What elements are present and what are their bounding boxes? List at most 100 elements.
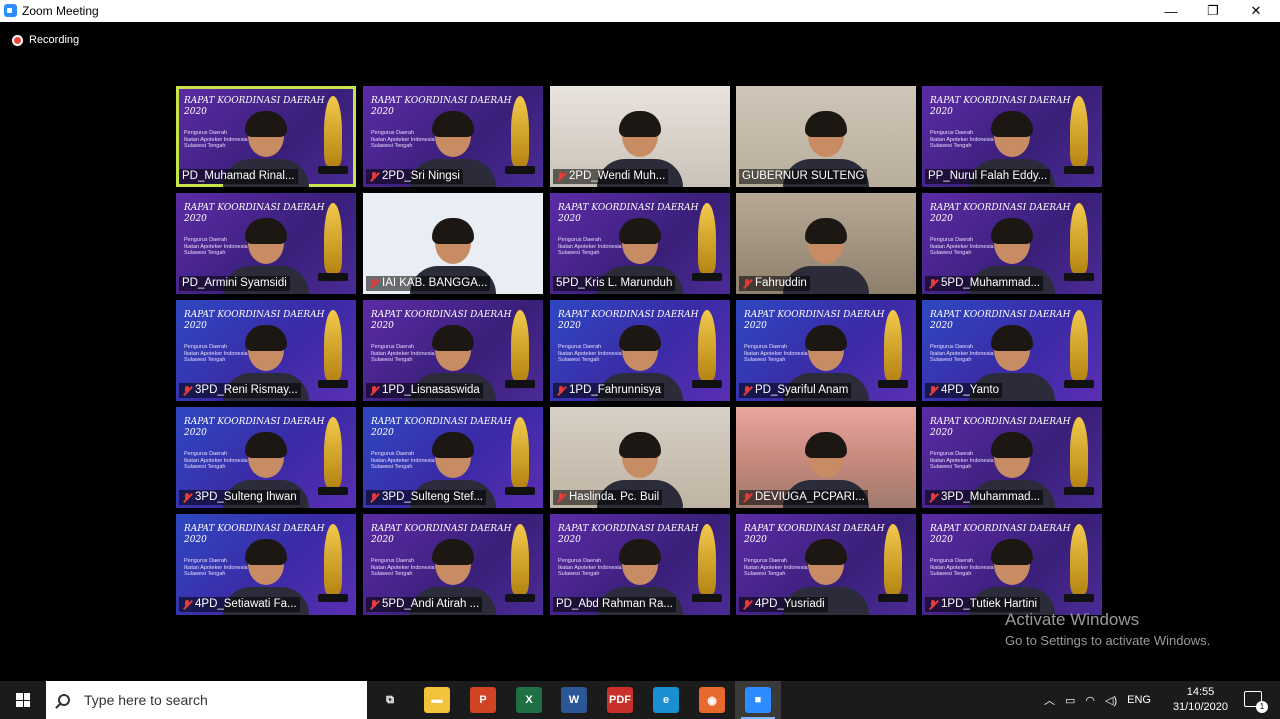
participant-tile[interactable]: RAPAT KOORDINASI DAERAH 2020 Pengurus Daer… [550, 514, 730, 615]
participant-name-label: GUBERNUR SULTENG [739, 169, 868, 184]
banner-title-text: RAPAT KOORDINASI DAERAH [930, 524, 1071, 534]
participant-tile[interactable]: RAPAT KOORDINASI DAERAH 2020 Pengurus Daer… [550, 300, 730, 401]
clock[interactable]: 14:55 31/10/2020 [1173, 685, 1228, 715]
banner-title-text: RAPAT KOORDINASI DAERAH [558, 203, 699, 213]
participant-name: PP_Nurul Falah Eddy... [928, 170, 1048, 182]
participant-tile[interactable]: RAPAT KOORDINASI DAERAH 2020 Pengurus Daer… [922, 514, 1102, 615]
mic-muted-icon [742, 385, 752, 396]
trophy-image [878, 310, 908, 388]
banner-title-text: RAPAT KOORDINASI DAERAH [184, 203, 325, 213]
participant-name: 5PD_Kris L. Marunduh [556, 277, 673, 289]
participant-tile[interactable]: GUBERNUR SULTENG [736, 86, 916, 187]
participant-name-label: PD_Armini Syamsidi [179, 276, 290, 291]
edge-icon[interactable]: e [653, 687, 679, 713]
participant-tile[interactable]: RAPAT KOORDINASI DAERAH 2020 Pengurus Daer… [176, 300, 356, 401]
powerpoint-icon[interactable]: P [470, 687, 496, 713]
participant-tile[interactable]: RAPAT KOORDINASI DAERAH 2020 Pengurus Daer… [922, 86, 1102, 187]
chevron-up-icon[interactable]: ︿ [1044, 692, 1055, 708]
maximize-button[interactable]: ❐ [1193, 0, 1233, 22]
wifi-icon[interactable]: ◠ [1085, 694, 1095, 707]
task-view-icon[interactable]: ⧉ [377, 687, 403, 713]
volume-icon[interactable]: ◁) [1105, 694, 1117, 707]
participant-name-label: Haslinda. Pc. Buil [553, 490, 663, 505]
participant-name: 3PD_Sulteng Stef... [382, 491, 484, 503]
participant-tile[interactable]: RAPAT KOORDINASI DAERAH 2020 Pengurus Daer… [363, 86, 543, 187]
mic-muted-icon [742, 492, 752, 503]
participant-tile[interactable]: RAPAT KOORDINASI DAERAH 2020 Pengurus Daer… [736, 514, 916, 615]
participant-name-label: 5PD_Kris L. Marunduh [553, 276, 676, 291]
start-button[interactable] [0, 681, 46, 719]
taskbar: Type here to search ⧉ ▬ P X W PDF e ◉ ■ ︿ ▭ ◠ ◁)… [0, 681, 1280, 719]
trophy-image [1064, 524, 1094, 602]
participant-name: 4PD_Yanto [941, 384, 999, 396]
battery-icon[interactable]: ▭ [1065, 694, 1075, 707]
minimize-button[interactable]: — [1151, 0, 1191, 22]
close-button[interactable]: ✕ [1236, 0, 1276, 22]
file-explorer-icon[interactable]: ▬ [424, 687, 450, 713]
participant-tile[interactable]: Fahruddin [736, 193, 916, 294]
participant-name: 2PD_Sri Ningsi [382, 170, 460, 182]
participant-name: DEVIUGA_PCPARI... [755, 491, 865, 503]
mic-muted-icon [369, 171, 379, 182]
title-bar: Zoom Meeting — ❐ ✕ [0, 0, 1280, 22]
mic-muted-icon [369, 278, 379, 289]
windows-logo-icon [16, 693, 30, 707]
trophy-image [318, 203, 348, 281]
banner-title-text: RAPAT KOORDINASI DAERAH [184, 310, 325, 320]
participant-name-label: 4PD_Yanto [925, 383, 1002, 398]
banner-title-text: RAPAT KOORDINASI DAERAH [744, 524, 885, 534]
participant-tile[interactable]: RAPAT KOORDINASI DAERAH 2020 Pengurus Daer… [176, 407, 356, 508]
participant-tile[interactable]: RAPAT KOORDINASI DAERAH 2020 Pengurus Daer… [176, 514, 356, 615]
participant-tile[interactable]: RAPAT KOORDINASI DAERAH 2020 Pengurus Daer… [922, 407, 1102, 508]
participant-tile[interactable]: RAPAT KOORDINASI DAERAH 2020 Pengurus Daer… [363, 407, 543, 508]
mic-muted-icon [369, 385, 379, 396]
firefox-icon[interactable]: ◉ [699, 687, 725, 713]
trophy-image [505, 417, 535, 495]
participant-tile[interactable]: 2PD_Wendi Muh... [550, 86, 730, 187]
participant-tile[interactable]: RAPAT KOORDINASI DAERAH 2020 Pengurus Daer… [176, 193, 356, 294]
participant-name: 3PD_Muhammad... [941, 491, 1041, 503]
activate-windows-subtitle[interactable]: Go to Settings to activate Windows. [1005, 633, 1210, 648]
participant-tile[interactable]: DEVIUGA_PCPARI... [736, 407, 916, 508]
search-icon [58, 694, 70, 706]
participant-name-label: PD_Syariful Anam [739, 383, 852, 398]
participant-name: 5PD_Muhammad... [941, 277, 1041, 289]
participant-tile[interactable]: RAPAT KOORDINASI DAERAH 2020 Pengurus Daer… [550, 193, 730, 294]
participant-name: PD_Armini Syamsidi [182, 277, 287, 289]
banner-title-text: RAPAT KOORDINASI DAERAH [184, 417, 325, 427]
participant-tile[interactable]: Haslinda. Pc. Buil [550, 407, 730, 508]
trophy-image [1064, 203, 1094, 281]
recording-indicator[interactable]: Recording [12, 34, 79, 46]
banner-title-text: RAPAT KOORDINASI DAERAH [371, 310, 512, 320]
video-grid: RAPAT KOORDINASI DAERAH 2020 Pengurus Daer… [176, 86, 1102, 616]
participant-tile[interactable]: RAPAT KOORDINASI DAERAH 2020 Pengurus Daer… [176, 86, 356, 187]
taskbar-search[interactable]: Type here to search [46, 681, 367, 719]
word-icon[interactable]: W [561, 687, 587, 713]
participant-name: PD_Muhamad Rinal... [182, 170, 295, 182]
participant-name-label: 1PD_Lisnasaswida [366, 383, 483, 398]
participant-tile[interactable]: RAPAT KOORDINASI DAERAH 2020 Pengurus Daer… [922, 193, 1102, 294]
mic-muted-icon [556, 385, 566, 396]
trophy-image [692, 524, 722, 602]
participant-tile[interactable]: RAPAT KOORDINASI DAERAH 2020 Pengurus Daer… [922, 300, 1102, 401]
banner-title-text: RAPAT KOORDINASI DAERAH [371, 417, 512, 427]
mic-muted-icon [369, 492, 379, 503]
trophy-image [318, 310, 348, 388]
mic-muted-icon [556, 171, 566, 182]
participant-name-label: 2PD_Wendi Muh... [553, 169, 669, 184]
excel-icon[interactable]: X [516, 687, 542, 713]
trophy-image [318, 524, 348, 602]
participant-tile[interactable]: RAPAT KOORDINASI DAERAH 2020 Pengurus Daer… [363, 514, 543, 615]
participant-tile[interactable]: IAI KAB. BANGGA... [363, 193, 543, 294]
participant-tile[interactable]: RAPAT KOORDINASI DAERAH 2020 Pengurus Daer… [736, 300, 916, 401]
participant-name: 1PD_Fahrunnisya [569, 384, 662, 396]
zoom-icon[interactable]: ■ [745, 687, 771, 713]
pdf-icon[interactable]: PDF [607, 687, 633, 713]
participant-name-label: PD_Muhamad Rinal... [179, 169, 298, 184]
participant-tile[interactable]: RAPAT KOORDINASI DAERAH 2020 Pengurus Daer… [363, 300, 543, 401]
mic-muted-icon [742, 278, 752, 289]
language-indicator[interactable]: ENG [1127, 694, 1151, 706]
participant-name: 1PD_Lisnasaswida [382, 384, 480, 396]
clock-date: 31/10/2020 [1172, 701, 1228, 713]
participant-name-label: Fahruddin [739, 276, 810, 291]
